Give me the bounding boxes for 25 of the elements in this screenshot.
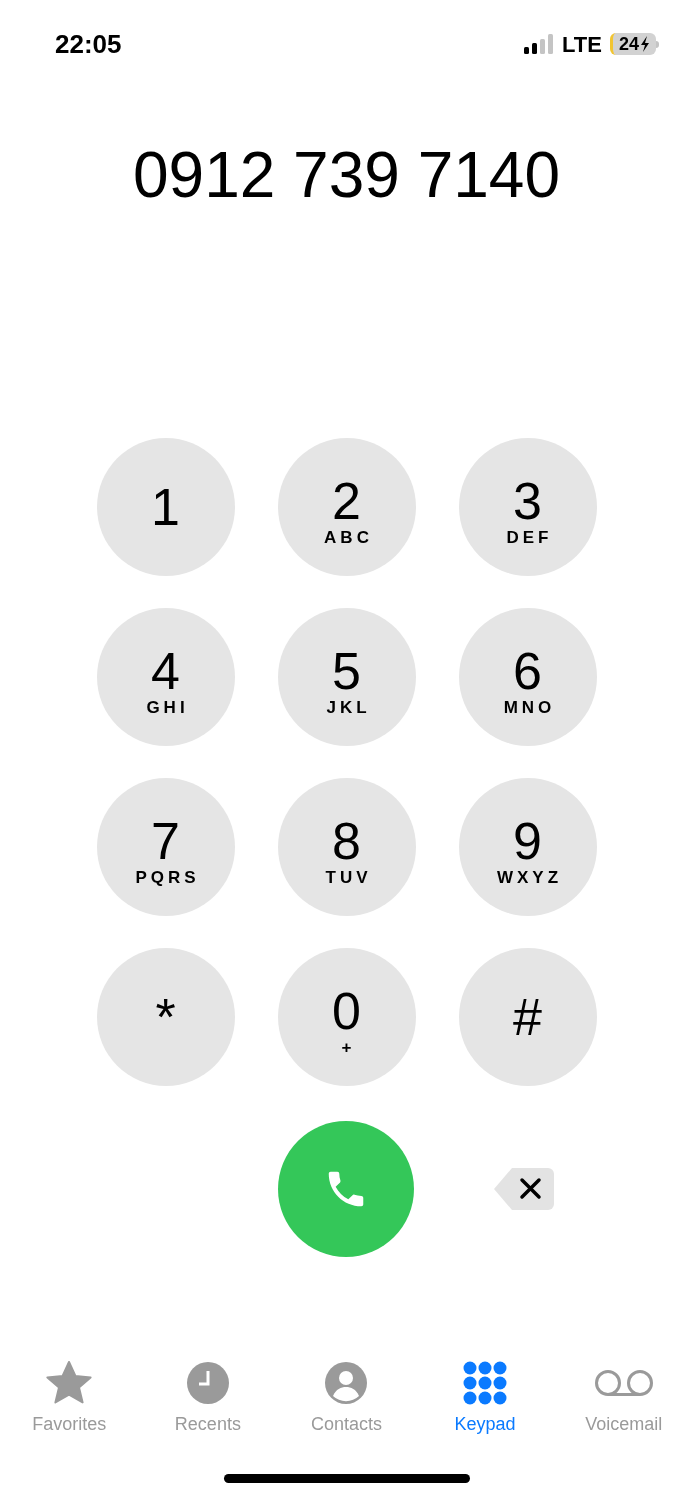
- dial-key[interactable]: 0 +: [277, 948, 416, 1086]
- voicemail-icon: [593, 1369, 654, 1397]
- network-label: LTE: [562, 30, 602, 59]
- status-time: 22:05: [55, 27, 122, 61]
- dial-key[interactable]: 5 JKL: [277, 608, 416, 746]
- dial-key[interactable]: 2 ABC: [277, 438, 416, 576]
- dial-key[interactable]: #: [458, 948, 597, 1086]
- dial-key[interactable]: 7 PQRS: [96, 778, 235, 916]
- keypad-icon: [463, 1361, 508, 1405]
- bolt-icon: [640, 36, 650, 52]
- dial-key[interactable]: 9 WXYZ: [458, 778, 597, 916]
- clock-icon: [186, 1362, 229, 1404]
- star-icon: [45, 1361, 94, 1405]
- dial-key[interactable]: 3 DEF: [458, 438, 597, 576]
- dial-key[interactable]: 6 MNO: [458, 608, 597, 746]
- delete-button[interactable]: [493, 1168, 554, 1210]
- dialed-number: 0912 739 7140: [132, 143, 561, 207]
- dial-key[interactable]: 4 GHI: [96, 608, 235, 746]
- tab-item[interactable]: Keypad: [415, 1361, 555, 1438]
- person-icon: [325, 1362, 368, 1404]
- dial-key[interactable]: *: [96, 948, 235, 1086]
- dial-key[interactable]: 1: [96, 438, 235, 576]
- dial-key[interactable]: 8 TUV: [277, 778, 416, 916]
- signal-icon: [524, 34, 555, 54]
- battery-level: 24: [618, 35, 639, 53]
